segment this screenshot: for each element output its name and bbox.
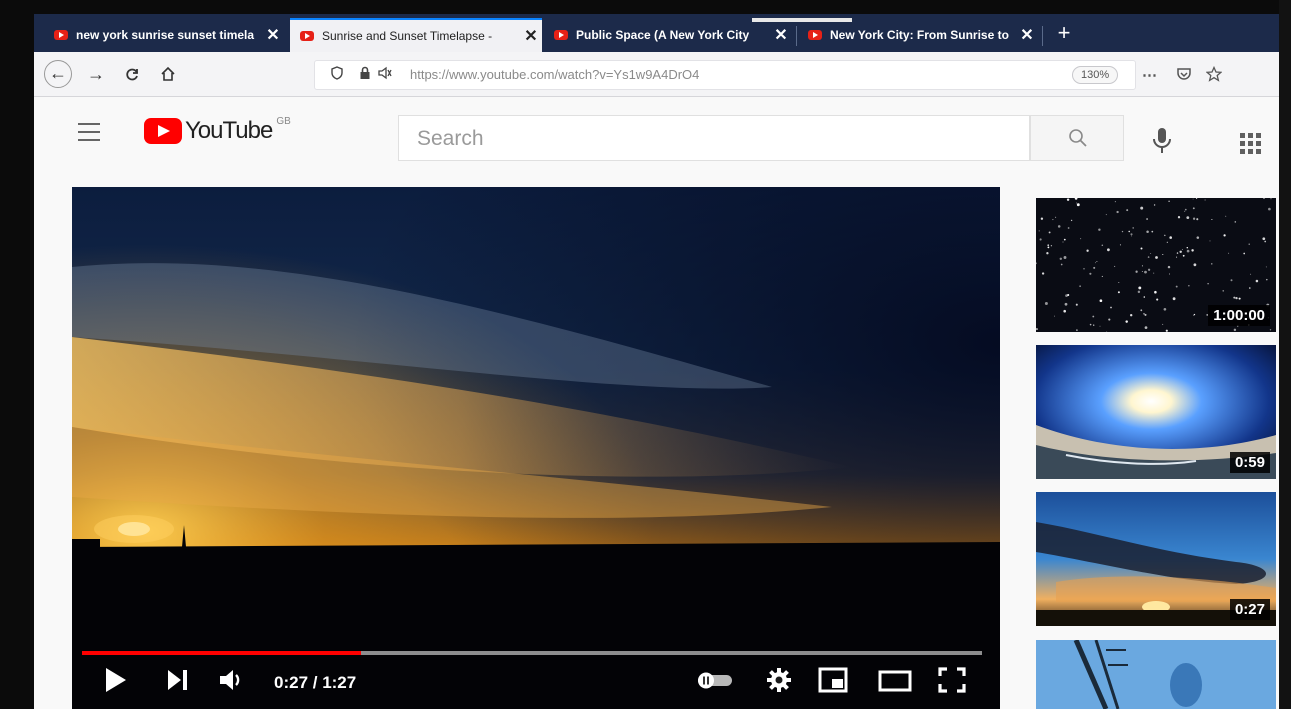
browser-tab-strip: new york sunrise sunset timela ✕ Sunrise… (34, 14, 1279, 52)
next-icon[interactable] (166, 667, 190, 693)
youtube-favicon-icon (554, 30, 568, 40)
recommended-video-thumbnail[interactable]: 0:27 (1036, 492, 1276, 626)
tab-close-icon[interactable]: ✕ (1016, 25, 1038, 45)
search-input[interactable] (415, 126, 999, 152)
tab-title: New York City: From Sunrise to (830, 28, 1009, 42)
shield-icon[interactable] (331, 66, 343, 83)
tab-4[interactable]: New York City: From Sunrise to ✕ (798, 18, 1038, 52)
lock-icon[interactable] (359, 66, 371, 83)
progress-bar[interactable] (82, 651, 982, 655)
hamburger-menu-icon[interactable] (78, 123, 100, 147)
tab-separator (796, 26, 797, 46)
youtube-logo[interactable]: YouTube GB (144, 115, 291, 145)
address-bar[interactable]: https://www.youtube.com/watch?v=Ys1w9A4D… (314, 60, 1136, 90)
search-button[interactable] (1030, 115, 1124, 161)
tab-3[interactable]: Public Space (A New York City ✕ (544, 18, 792, 52)
youtube-wordmark: YouTube (185, 117, 273, 144)
pocket-icon[interactable] (1176, 66, 1192, 86)
youtube-favicon-icon (54, 30, 68, 40)
tab-1[interactable]: new york sunrise sunset timela ✕ (44, 18, 284, 52)
video-duration-badge: 1:00:00 (1208, 305, 1270, 326)
video-frame-sunset-timelapse (72, 187, 1000, 709)
apps-grid-icon[interactable] (1240, 133, 1261, 154)
fullscreen-icon[interactable] (938, 667, 966, 693)
video-duration-badge: 0:27 (1229, 599, 1270, 620)
progress-played (82, 651, 361, 655)
monitor-bezel-top (0, 0, 1291, 14)
tab-2[interactable]: Sunrise and Sunset Timelapse - ✕ (290, 18, 542, 52)
youtube-favicon-icon (808, 30, 822, 40)
tab-title: new york sunrise sunset timela (76, 28, 255, 42)
player-controls: 0:27 / 1:27 (72, 637, 1000, 709)
tab-title: Public Space (A New York City (576, 28, 750, 42)
zoom-level-badge[interactable]: 130% (1072, 66, 1119, 84)
forward-arrow-icon[interactable]: → (82, 60, 110, 88)
video-duration-badge: 0:59 (1229, 452, 1270, 473)
page-actions-menu-icon[interactable]: ⋯ (1142, 66, 1157, 84)
play-icon[interactable] (104, 667, 128, 693)
monitor-bezel-left (0, 0, 34, 709)
tab-close-icon[interactable]: ✕ (262, 25, 284, 45)
url-text[interactable]: https://www.youtube.com/watch?v=Ys1w9A4D… (410, 67, 699, 82)
back-arrow-icon[interactable]: ← (44, 60, 72, 88)
volume-icon[interactable] (218, 667, 244, 693)
search-box[interactable] (398, 115, 1030, 161)
tab-close-icon[interactable]: ✕ (770, 25, 792, 45)
search-icon (1069, 129, 1087, 147)
monitor-bezel-right (1279, 0, 1291, 709)
microphone-icon[interactable] (1152, 127, 1172, 160)
youtube-favicon-icon (300, 31, 314, 41)
browser-navigation-bar: ← → https://www.youtube.com/watch?v=Ys1w… (34, 52, 1279, 97)
bookmark-star-icon[interactable] (1205, 65, 1223, 86)
tab-separator (1042, 26, 1043, 46)
recommended-video-thumbnail[interactable]: 0:59 (1036, 345, 1276, 479)
settings-icon[interactable] (766, 667, 792, 693)
tab-close-icon[interactable]: ✕ (520, 26, 542, 46)
autoplay-blocked-icon[interactable] (377, 66, 393, 83)
recommended-video-thumbnail[interactable]: 1:00:00 (1036, 198, 1276, 332)
reload-icon[interactable] (118, 60, 146, 88)
tab-title: Sunrise and Sunset Timelapse - (322, 29, 493, 43)
new-tab-plus-icon[interactable]: + (1050, 18, 1078, 50)
home-icon[interactable] (154, 60, 182, 88)
thumbnail-crane-sky-image (1036, 640, 1276, 709)
youtube-page: YouTube GB Search 0:27 / 1:27 1:00:00 0:… (34, 97, 1279, 709)
miniplayer-icon[interactable] (818, 667, 848, 693)
region-code: GB (276, 115, 291, 127)
recommended-video-thumbnail[interactable] (1036, 640, 1276, 709)
youtube-play-logo-icon (144, 118, 182, 144)
time-display: 0:27 / 1:27 (274, 673, 357, 692)
video-player[interactable]: 0:27 / 1:27 (72, 187, 1000, 709)
theater-mode-icon[interactable] (878, 670, 912, 692)
autoplay-toggle-icon[interactable] (696, 671, 736, 689)
